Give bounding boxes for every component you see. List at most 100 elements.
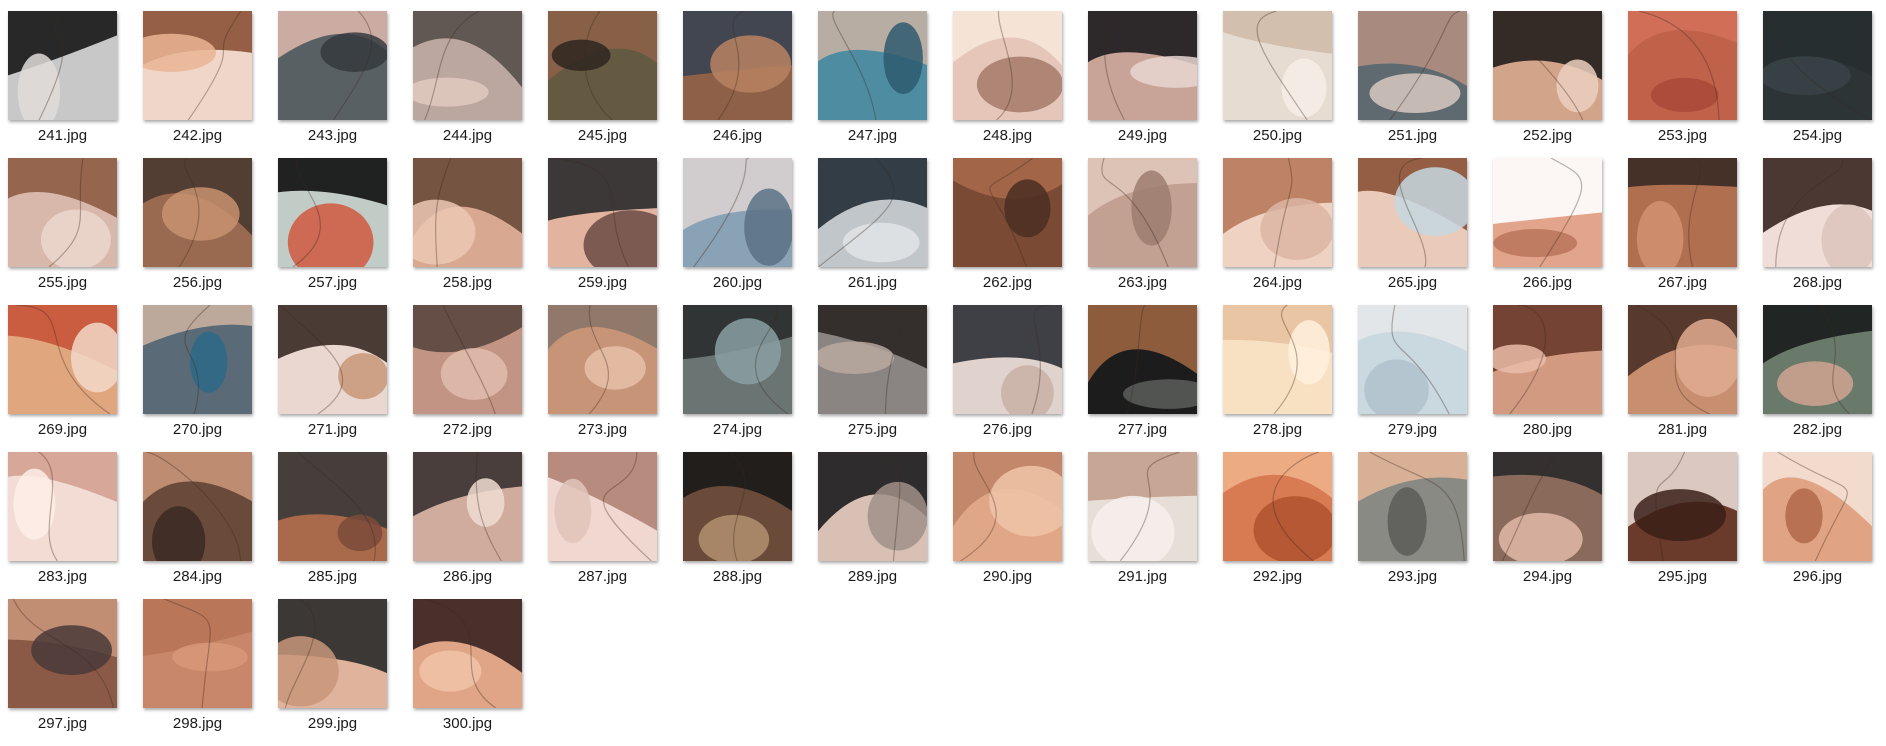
file-item[interactable]: 283.jpg (8, 452, 143, 599)
face-thumbnail-icon[interactable] (8, 305, 117, 414)
file-item[interactable]: 268.jpg (1763, 158, 1886, 305)
face-thumbnail-icon[interactable] (143, 158, 252, 267)
face-thumbnail-icon[interactable] (818, 158, 927, 267)
face-thumbnail-icon[interactable] (683, 305, 792, 414)
file-item[interactable]: 250.jpg (1223, 11, 1358, 158)
file-item[interactable]: 282.jpg (1763, 305, 1886, 452)
file-item[interactable]: 257.jpg (278, 158, 413, 305)
face-thumbnail-icon[interactable] (1628, 11, 1737, 120)
file-item[interactable]: 286.jpg (413, 452, 548, 599)
face-thumbnail-icon[interactable] (413, 158, 522, 267)
face-thumbnail-icon[interactable] (1358, 11, 1467, 120)
file-item[interactable]: 260.jpg (683, 158, 818, 305)
file-item[interactable]: 271.jpg (278, 305, 413, 452)
face-thumbnail-icon[interactable] (278, 599, 387, 708)
file-item[interactable]: 264.jpg (1223, 158, 1358, 305)
file-item[interactable]: 246.jpg (683, 11, 818, 158)
file-item[interactable]: 296.jpg (1763, 452, 1886, 599)
face-thumbnail-icon[interactable] (8, 599, 117, 708)
face-thumbnail-icon[interactable] (1223, 158, 1332, 267)
face-thumbnail-icon[interactable] (1763, 158, 1872, 267)
face-thumbnail-icon[interactable] (143, 305, 252, 414)
face-thumbnail-icon[interactable] (278, 452, 387, 561)
face-thumbnail-icon[interactable] (548, 11, 657, 120)
file-item[interactable]: 295.jpg (1628, 452, 1763, 599)
face-thumbnail-icon[interactable] (1088, 158, 1197, 267)
file-item[interactable]: 285.jpg (278, 452, 413, 599)
face-thumbnail-icon[interactable] (1223, 11, 1332, 120)
face-thumbnail-icon[interactable] (278, 158, 387, 267)
file-item[interactable]: 251.jpg (1358, 11, 1493, 158)
file-item[interactable]: 266.jpg (1493, 158, 1628, 305)
face-thumbnail-icon[interactable] (683, 11, 792, 120)
face-thumbnail-icon[interactable] (143, 452, 252, 561)
file-item[interactable]: 242.jpg (143, 11, 278, 158)
file-item[interactable]: 289.jpg (818, 452, 953, 599)
file-item[interactable]: 275.jpg (818, 305, 953, 452)
file-item[interactable]: 277.jpg (1088, 305, 1223, 452)
file-item[interactable]: 288.jpg (683, 452, 818, 599)
face-thumbnail-icon[interactable] (548, 158, 657, 267)
file-item[interactable]: 256.jpg (143, 158, 278, 305)
face-thumbnail-icon[interactable] (143, 11, 252, 120)
face-thumbnail-icon[interactable] (683, 158, 792, 267)
face-thumbnail-icon[interactable] (413, 452, 522, 561)
face-thumbnail-icon[interactable] (278, 305, 387, 414)
face-thumbnail-icon[interactable] (1763, 305, 1872, 414)
file-item[interactable]: 290.jpg (953, 452, 1088, 599)
file-item[interactable]: 263.jpg (1088, 158, 1223, 305)
face-thumbnail-icon[interactable] (1358, 452, 1467, 561)
file-item[interactable]: 265.jpg (1358, 158, 1493, 305)
face-thumbnail-icon[interactable] (548, 452, 657, 561)
file-item[interactable]: 255.jpg (8, 158, 143, 305)
file-item[interactable]: 245.jpg (548, 11, 683, 158)
file-item[interactable]: 254.jpg (1763, 11, 1886, 158)
face-thumbnail-icon[interactable] (8, 452, 117, 561)
file-item[interactable]: 248.jpg (953, 11, 1088, 158)
face-thumbnail-icon[interactable] (413, 305, 522, 414)
file-item[interactable]: 278.jpg (1223, 305, 1358, 452)
face-thumbnail-icon[interactable] (1493, 158, 1602, 267)
file-item[interactable]: 244.jpg (413, 11, 548, 158)
face-thumbnail-icon[interactable] (818, 305, 927, 414)
face-thumbnail-icon[interactable] (683, 452, 792, 561)
face-thumbnail-icon[interactable] (1358, 158, 1467, 267)
face-thumbnail-icon[interactable] (1088, 11, 1197, 120)
face-thumbnail-icon[interactable] (8, 11, 117, 120)
file-item[interactable]: 298.jpg (143, 599, 278, 746)
file-item[interactable]: 259.jpg (548, 158, 683, 305)
file-item[interactable]: 272.jpg (413, 305, 548, 452)
face-thumbnail-icon[interactable] (1763, 11, 1872, 120)
file-item[interactable]: 299.jpg (278, 599, 413, 746)
face-thumbnail-icon[interactable] (413, 599, 522, 708)
file-item[interactable]: 292.jpg (1223, 452, 1358, 599)
face-thumbnail-icon[interactable] (953, 11, 1062, 120)
file-item[interactable]: 261.jpg (818, 158, 953, 305)
file-item[interactable]: 241.jpg (8, 11, 143, 158)
face-thumbnail-icon[interactable] (1628, 452, 1737, 561)
file-item[interactable]: 297.jpg (8, 599, 143, 746)
face-thumbnail-icon[interactable] (143, 599, 252, 708)
face-thumbnail-icon[interactable] (1628, 305, 1737, 414)
face-thumbnail-icon[interactable] (953, 452, 1062, 561)
face-thumbnail-icon[interactable] (1763, 452, 1872, 561)
file-item[interactable]: 280.jpg (1493, 305, 1628, 452)
file-item[interactable]: 279.jpg (1358, 305, 1493, 452)
face-thumbnail-icon[interactable] (818, 11, 927, 120)
file-item[interactable]: 276.jpg (953, 305, 1088, 452)
file-item[interactable]: 273.jpg (548, 305, 683, 452)
file-item[interactable]: 247.jpg (818, 11, 953, 158)
face-thumbnail-icon[interactable] (1223, 452, 1332, 561)
face-thumbnail-icon[interactable] (1088, 452, 1197, 561)
file-item[interactable]: 243.jpg (278, 11, 413, 158)
face-thumbnail-icon[interactable] (1628, 158, 1737, 267)
face-thumbnail-icon[interactable] (1223, 305, 1332, 414)
file-item[interactable]: 270.jpg (143, 305, 278, 452)
file-item[interactable]: 274.jpg (683, 305, 818, 452)
face-thumbnail-icon[interactable] (1358, 305, 1467, 414)
file-item[interactable]: 284.jpg (143, 452, 278, 599)
file-item[interactable]: 300.jpg (413, 599, 548, 746)
face-thumbnail-icon[interactable] (1493, 452, 1602, 561)
file-item[interactable]: 252.jpg (1493, 11, 1628, 158)
face-thumbnail-icon[interactable] (548, 305, 657, 414)
